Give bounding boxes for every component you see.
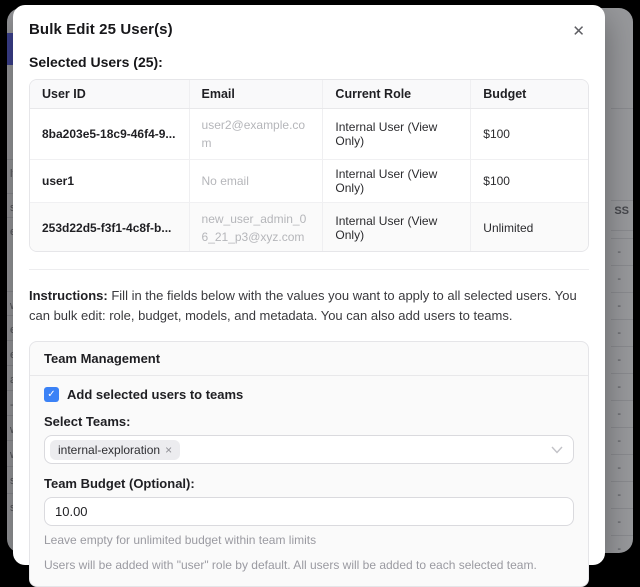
budget-helper-text: Leave empty for unlimited budget within …	[44, 533, 574, 547]
table-row: 253d22d5-f3f1-4c8f-b...new_user_admin_06…	[30, 203, 588, 253]
underlying-row-line	[611, 200, 633, 201]
selected-team-tag: internal-exploration ×	[50, 440, 180, 460]
add-users-checkbox[interactable]: ✓	[44, 387, 59, 402]
add-users-to-teams-row[interactable]: ✓ Add selected users to teams	[44, 387, 574, 402]
close-icon[interactable]: ✕	[568, 22, 589, 41]
cell-budget: Unlimited	[471, 203, 588, 253]
underlying-cell-dash: -	[617, 543, 621, 553]
underlying-cell-dash: -	[617, 273, 621, 285]
underlying-row-line	[611, 535, 633, 536]
cell-user-id: 8ba203e5-18c9-46f4-9...	[30, 109, 189, 160]
cell-email: user2@example.com	[189, 109, 323, 160]
team-budget-label: Team Budget (Optional):	[44, 476, 574, 491]
cell-email: new_user_admin_06_21_p3@xyz.com	[189, 203, 323, 253]
underlying-cell-dash: -	[617, 300, 621, 312]
underlying-row-line	[611, 238, 633, 239]
underlying-cell-dash: -	[617, 462, 621, 474]
modal-header: Bulk Edit 25 User(s) ✕	[29, 21, 589, 41]
team-tag-label: internal-exploration	[58, 443, 160, 457]
underlying-cell-dash: -	[617, 327, 621, 339]
underlying-cell-dash: -	[617, 516, 621, 528]
select-teams-label: Select Teams:	[44, 414, 574, 429]
remove-tag-icon[interactable]: ×	[165, 443, 172, 457]
underlying-row-line	[611, 400, 633, 401]
selected-users-table: User IDEmailCurrent RoleBudget 8ba203e5-…	[29, 79, 589, 252]
underlying-row-line	[611, 427, 633, 428]
table-row: user1No emailInternal User (View Only)$1…	[30, 160, 588, 203]
underlying-cell-dash: -	[617, 246, 621, 258]
underlying-cell-dash: -	[617, 381, 621, 393]
underlying-row-line	[611, 230, 633, 231]
checkmark-icon: ✓	[47, 389, 55, 400]
team-management-section: Team Management ✓ Add selected users to …	[29, 341, 589, 587]
underlying-row-line	[611, 292, 633, 293]
underlying-row-line	[611, 346, 633, 347]
underlying-row-line	[611, 508, 633, 509]
role-default-note: Users will be added with "user" role by …	[44, 558, 574, 572]
chevron-down-icon	[551, 441, 563, 459]
modal-title: Bulk Edit 25 User(s)	[29, 21, 173, 38]
table-row: 8ba203e5-18c9-46f4-9...user2@example.com…	[30, 109, 588, 160]
underlying-row-line	[611, 265, 633, 266]
underlying-row-line	[611, 454, 633, 455]
add-users-checkbox-label: Add selected users to teams	[67, 387, 243, 402]
table-header-row: User IDEmailCurrent RoleBudget	[30, 80, 588, 109]
underlying-cell-dash: -	[617, 354, 621, 366]
cell-role: Internal User (View Only)	[323, 109, 471, 160]
underlying-row-line	[611, 108, 633, 109]
column-header: Current Role	[323, 80, 471, 109]
cell-budget: $100	[471, 160, 588, 203]
instructions-text: Instructions: Fill in the fields below w…	[29, 286, 589, 326]
cell-user-id: 253d22d5-f3f1-4c8f-b...	[30, 203, 189, 253]
team-management-body: ✓ Add selected users to teams Select Tea…	[30, 376, 588, 586]
teams-multiselect[interactable]: internal-exploration ×	[44, 435, 574, 464]
column-header: Email	[189, 80, 323, 109]
cell-email: No email	[189, 160, 323, 203]
column-header: User ID	[30, 80, 189, 109]
instructions-label: Instructions:	[29, 288, 108, 303]
underlying-row-line	[611, 373, 633, 374]
cell-role: Internal User (View Only)	[323, 203, 471, 253]
underlying-row-line	[611, 481, 633, 482]
column-header: Budget	[471, 80, 588, 109]
cell-budget: $100	[471, 109, 588, 160]
bulk-edit-modal: Bulk Edit 25 User(s) ✕ Selected Users (2…	[13, 5, 605, 565]
underlying-cell-dash: -	[617, 435, 621, 447]
underlying-row-line	[611, 319, 633, 320]
underlying-cell-dash: -	[617, 489, 621, 501]
table-body: 8ba203e5-18c9-46f4-9...user2@example.com…	[30, 109, 588, 253]
underlying-sso-column-header: SS	[614, 205, 629, 217]
team-management-title: Team Management	[30, 342, 588, 376]
team-budget-input[interactable]	[44, 497, 574, 526]
cell-role: Internal User (View Only)	[323, 160, 471, 203]
underlying-cell-dash: -	[617, 408, 621, 420]
selected-users-label: Selected Users (25):	[29, 54, 589, 70]
cell-user-id: user1	[30, 160, 189, 203]
section-divider	[29, 269, 589, 270]
